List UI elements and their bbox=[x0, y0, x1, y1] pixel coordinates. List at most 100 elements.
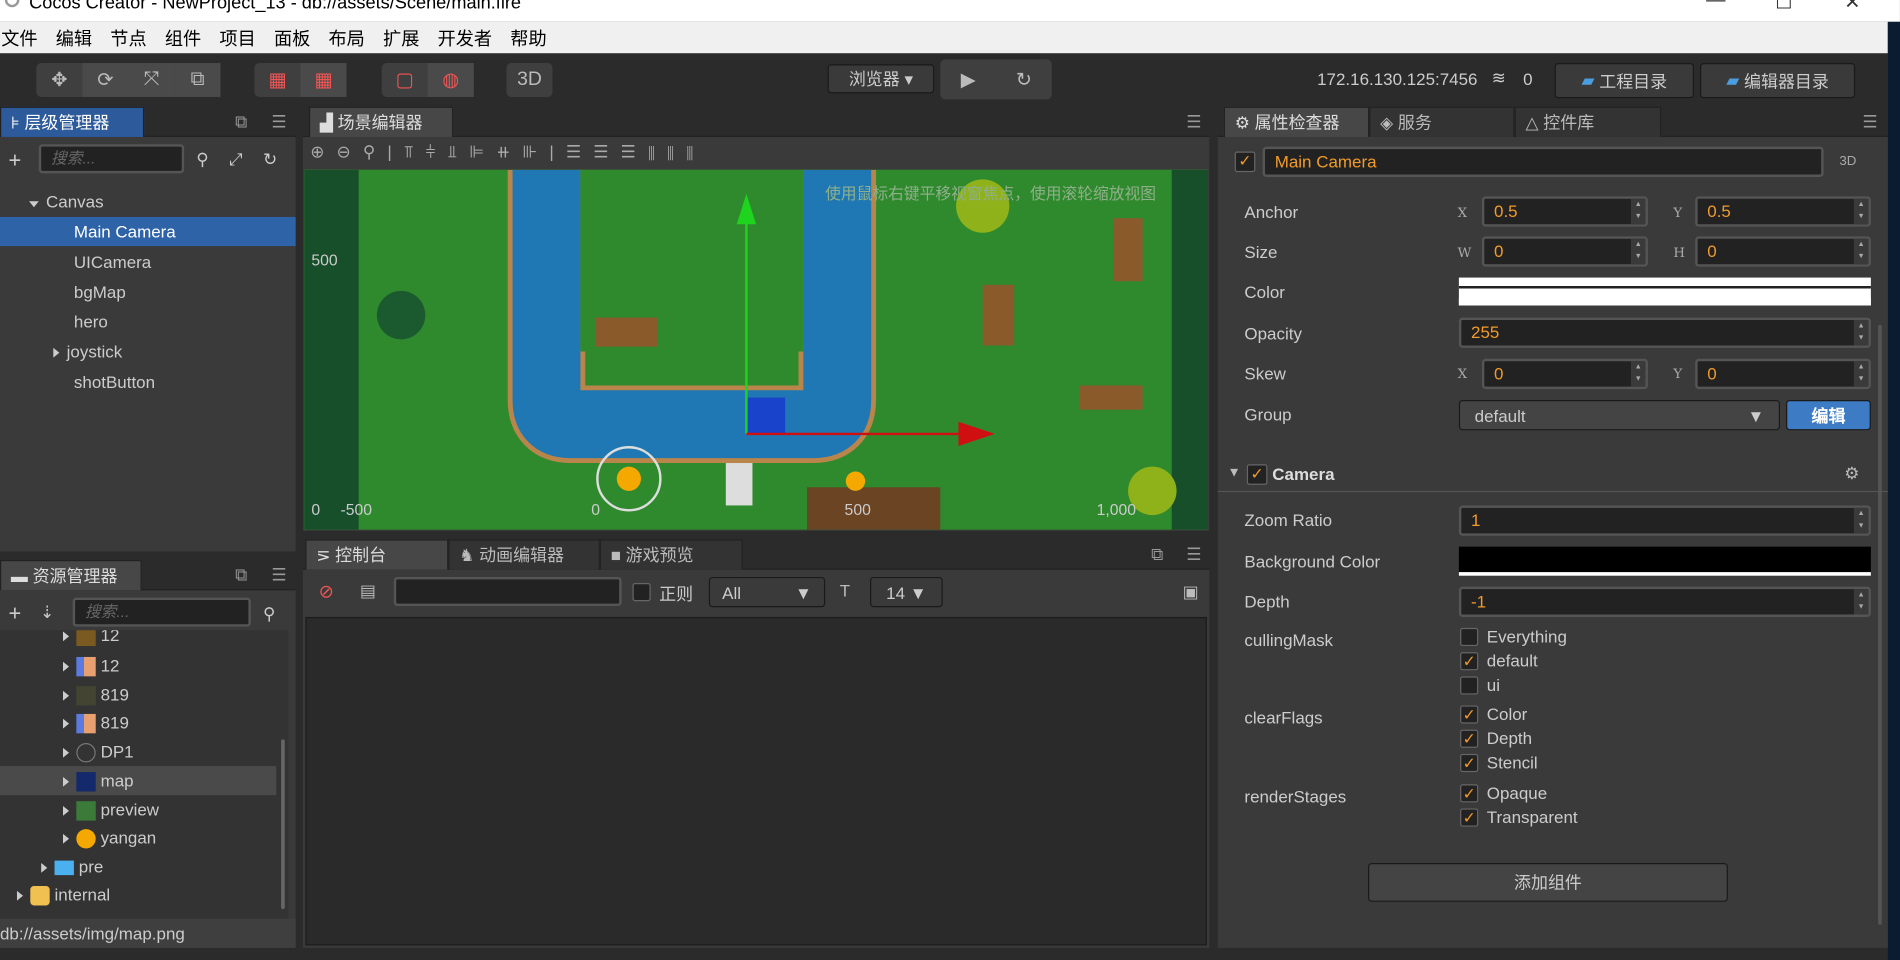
skew-x-input[interactable]: 0 ▲ ▼ bbox=[1481, 358, 1648, 390]
tree-node-hero[interactable]: hero bbox=[0, 307, 108, 336]
menu-edit[interactable]: 编辑 bbox=[56, 25, 92, 50]
inspector-scrollbar[interactable] bbox=[1878, 324, 1882, 925]
open-project-dir-button[interactable]: ▰ 工程目录 bbox=[1554, 63, 1694, 99]
scale-tool-icon[interactable]: ⤧ bbox=[128, 63, 175, 97]
panel-menu-icon[interactable]: ☰ bbox=[1186, 544, 1201, 565]
distribute-right-icon[interactable]: ⦀ bbox=[686, 142, 705, 161]
edit-group-button[interactable]: 编辑 bbox=[1786, 399, 1871, 431]
expand-arrow-icon[interactable] bbox=[63, 806, 70, 816]
popout-icon[interactable]: ⧉ bbox=[1151, 544, 1163, 565]
tab-services[interactable]: ◈ 服务 bbox=[1369, 106, 1515, 137]
anchor-x-input[interactable]: 0.5 ▲ ▼ bbox=[1481, 196, 1648, 227]
minimize-icon[interactable]: — bbox=[1706, 0, 1725, 12]
tab-widgets[interactable]: △ 控件库 bbox=[1514, 106, 1662, 137]
spinner[interactable]: ▲ ▼ bbox=[1630, 361, 1646, 387]
pivot-icon[interactable]: ▦ bbox=[254, 63, 300, 97]
node-active-checkbox[interactable]: ✓ bbox=[1234, 151, 1256, 173]
distribute-bottom-icon[interactable]: ☰ bbox=[621, 142, 648, 161]
expand-arrow-icon[interactable] bbox=[53, 347, 60, 358]
assets-scrollbar[interactable] bbox=[281, 739, 285, 910]
expand-arrow-icon[interactable] bbox=[63, 776, 70, 787]
expand-arrow-icon[interactable] bbox=[63, 661, 70, 672]
asset-item[interactable]: DP1 bbox=[0, 737, 134, 766]
render-transparent-checkbox[interactable]: ✓ bbox=[1460, 808, 1479, 827]
asset-item[interactable]: 12 bbox=[0, 630, 119, 649]
depth-input[interactable]: -1 ▲ ▼ bbox=[1458, 586, 1871, 617]
hierarchy-search-input[interactable]: 搜索... bbox=[38, 144, 185, 174]
tree-node-shotbutton[interactable]: shotButton bbox=[0, 367, 155, 396]
background-color-swatch[interactable] bbox=[1458, 546, 1871, 576]
menu-project[interactable]: 项目 bbox=[219, 25, 255, 50]
component-settings-gear-icon[interactable]: ⚙ bbox=[1844, 463, 1859, 484]
collapse-arrow-icon[interactable] bbox=[29, 201, 39, 208]
clear-stencil-checkbox[interactable]: ✓ bbox=[1460, 753, 1479, 773]
menu-panel[interactable]: 面板 bbox=[274, 25, 310, 50]
popout-icon[interactable]: ⧉ bbox=[235, 565, 247, 586]
spinner[interactable]: ▲ ▼ bbox=[1630, 198, 1646, 225]
tab-hierarchy[interactable]: ⊧ 层级管理器 bbox=[0, 106, 145, 137]
asset-item[interactable]: yangan bbox=[0, 823, 156, 852]
tab-console[interactable]: ⋝ 控制台 bbox=[305, 539, 449, 570]
align-vcenter-icon[interactable]: ⫩ bbox=[426, 142, 448, 161]
3d-toggle[interactable]: 3D bbox=[506, 63, 553, 97]
expand-arrow-icon[interactable] bbox=[63, 833, 70, 844]
distribute-hcenter-icon[interactable]: ⦀ bbox=[667, 142, 686, 161]
zoom-reset-icon[interactable]: ⚲ bbox=[363, 142, 388, 161]
camera-enabled-checkbox[interactable]: ✓ bbox=[1246, 464, 1268, 485]
panel-menu-icon[interactable]: ☰ bbox=[1862, 112, 1877, 133]
render-opaque-checkbox[interactable]: ✓ bbox=[1460, 784, 1479, 803]
align-top-icon[interactable]: ⫪ bbox=[404, 142, 426, 161]
asset-folder-pre[interactable]: pre bbox=[0, 852, 103, 881]
assets-search-input[interactable]: 搜索... bbox=[72, 597, 251, 627]
menu-node[interactable]: 节点 bbox=[110, 25, 146, 50]
asset-item[interactable]: 12 bbox=[0, 651, 119, 680]
spinner[interactable]: ▲ ▼ bbox=[1853, 589, 1869, 615]
distribute-left-icon[interactable]: ⦀ bbox=[648, 142, 667, 161]
distribute-top-icon[interactable]: ☰ bbox=[566, 142, 593, 161]
opacity-input[interactable]: 255 ▲ ▼ bbox=[1458, 317, 1871, 348]
zoom-out-icon[interactable]: ⊖ bbox=[337, 142, 363, 161]
console-output[interactable] bbox=[305, 616, 1207, 946]
tree-node-canvas[interactable]: Canvas bbox=[0, 187, 296, 216]
log-level-select[interactable]: All ▼ bbox=[708, 576, 826, 608]
clear-icon[interactable]: ⊘ bbox=[319, 581, 334, 603]
tab-scene[interactable]: ▟ 场景编辑器 bbox=[308, 106, 454, 137]
menu-extension[interactable]: 扩展 bbox=[383, 25, 419, 50]
rect-tool-icon[interactable]: ⧉ bbox=[174, 63, 221, 97]
browser-select[interactable]: 浏览器 ▾ bbox=[827, 64, 935, 94]
align-left-icon[interactable]: ⊫ bbox=[469, 142, 496, 161]
spinner[interactable]: ▲ ▼ bbox=[1853, 198, 1869, 225]
align-hcenter-icon[interactable]: ⧺ bbox=[496, 142, 522, 161]
skew-y-input[interactable]: 0 ▲ ▼ bbox=[1695, 358, 1871, 390]
spinner[interactable]: ▲ ▼ bbox=[1853, 361, 1869, 387]
expand-arrow-icon[interactable] bbox=[63, 631, 70, 642]
asset-item[interactable]: 819 bbox=[0, 680, 129, 709]
search-icon[interactable]: ⚲ bbox=[196, 149, 208, 170]
popout-icon[interactable]: ⧉ bbox=[235, 112, 247, 133]
scene-viewport[interactable]: 使用鼠标右键平移视窗焦点，使用滚轮缩放视图 500 0 -500 0 500 1… bbox=[304, 169, 1209, 530]
expand-arrow-icon[interactable] bbox=[16, 890, 24, 901]
camera-component-header[interactable]: ▼ ✓ Camera ⚙ bbox=[1217, 458, 1888, 493]
tab-inspector[interactable]: ⚙ 属性检查器 bbox=[1223, 106, 1370, 137]
regex-checkbox[interactable] bbox=[632, 583, 651, 602]
refresh-icon[interactable]: ↻ bbox=[263, 149, 277, 170]
node-name-input[interactable]: Main Camera bbox=[1262, 146, 1824, 177]
color-swatch[interactable] bbox=[1458, 277, 1871, 306]
zoom-ratio-input[interactable]: 1 ▲ ▼ bbox=[1458, 505, 1871, 536]
expand-arrow-icon[interactable] bbox=[63, 690, 70, 701]
move-tool-icon[interactable]: ✥ bbox=[36, 63, 82, 97]
asset-db-internal[interactable]: internal bbox=[0, 880, 110, 909]
expand-arrow-icon[interactable] bbox=[63, 747, 70, 758]
font-size-select[interactable]: 14 ▼ bbox=[870, 576, 943, 608]
culling-ui-checkbox[interactable] bbox=[1460, 676, 1479, 695]
size-height-input[interactable]: 0 ▲ ▼ bbox=[1695, 236, 1871, 267]
panel-menu-icon[interactable]: ☰ bbox=[271, 565, 286, 586]
align-bottom-icon[interactable]: ⫫ bbox=[448, 142, 470, 161]
menu-help[interactable]: 帮助 bbox=[510, 25, 546, 50]
menu-layout[interactable]: 布局 bbox=[328, 25, 364, 50]
tree-node-uicamera[interactable]: UICamera bbox=[0, 247, 151, 276]
center-icon[interactable]: ▦ bbox=[300, 63, 347, 97]
collapse-arrow-icon[interactable]: ▼ bbox=[1227, 465, 1240, 480]
expand-arrow-icon[interactable] bbox=[63, 718, 70, 729]
close-icon[interactable]: ✕ bbox=[1844, 0, 1860, 15]
